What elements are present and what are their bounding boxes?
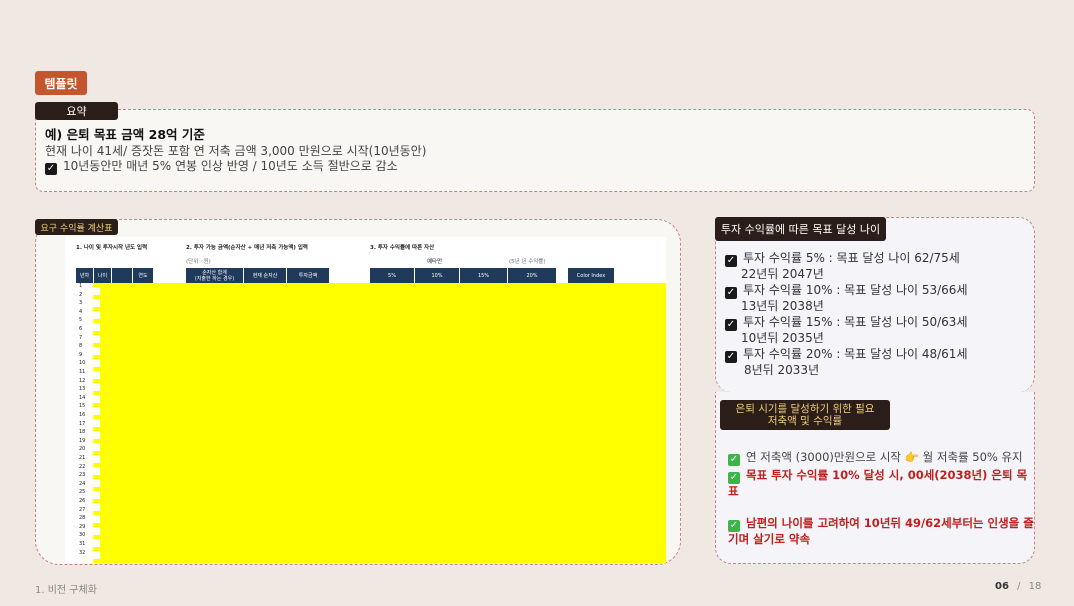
spreadsheet: 1. 나이 및 투자시작 년도 입력 2. 투자 가능 금액(순자산 + 매년 … bbox=[65, 237, 666, 563]
row-number: 2 bbox=[79, 291, 83, 298]
row-number: 1 bbox=[79, 283, 83, 289]
hdr-rate-20: 20% bbox=[508, 268, 556, 283]
hdr-blank bbox=[112, 268, 132, 283]
row-number: 20 bbox=[79, 446, 86, 453]
required-item-1: ✓ 연 저축액 (3000)만원으로 시작 👉 월 저축률 50% 유지 bbox=[728, 450, 1023, 466]
row-number: 5 bbox=[79, 317, 83, 324]
row-number: 23 bbox=[79, 472, 86, 479]
checkbox-icon: ✓ bbox=[45, 163, 57, 175]
hdr-color-index: Color Index bbox=[568, 268, 614, 283]
summary-title: 예) 은퇴 목표 금액 28억 기준 bbox=[45, 127, 205, 142]
hdr-age: 나이 bbox=[94, 268, 111, 283]
page-sep: / bbox=[1017, 581, 1021, 592]
footer-section: 1. 비전 구체화 bbox=[35, 585, 97, 596]
summary-check1-text: 10년동안만 매년 5% 연봉 인상 반영 / 10년도 소득 절반으로 감소 bbox=[63, 159, 398, 173]
row-number: 13 bbox=[79, 386, 86, 393]
row-number: 12 bbox=[79, 377, 86, 384]
page-indicator: 06 / 18 bbox=[995, 581, 1041, 592]
checkbox-icon: ✓ bbox=[725, 255, 737, 267]
summary-check1: ✓ 10년동안만 매년 5% 연봉 인상 반영 / 10년도 소득 절반으로 감소 bbox=[45, 157, 398, 175]
sheet-section-3: 3. 투자 수익률에 따른 자산 bbox=[370, 245, 435, 251]
row-number: 10 bbox=[79, 360, 86, 367]
page-total: 18 bbox=[1028, 581, 1042, 592]
target-item-20: ✓ 투자 수익률 20% : 목표 달성 나이 48/61세 8년뒤 2033년 bbox=[725, 347, 968, 377]
row-number: 7 bbox=[79, 334, 83, 341]
row-number: 22 bbox=[79, 463, 86, 470]
target-age-list: ✓ 투자 수익률 5% : 목표 달성 나이 62/75세 22년뒤 2047년 … bbox=[725, 251, 1025, 377]
rate-top-right: (5년 년 수익률) bbox=[509, 259, 546, 265]
row-number: 27 bbox=[79, 506, 86, 513]
row-number: 17 bbox=[79, 420, 86, 427]
rate-top-left: 예타만 bbox=[427, 259, 443, 265]
green-check-icon: ✓ bbox=[728, 454, 740, 466]
row-number: 31 bbox=[79, 541, 86, 547]
target-item-5: ✓ 투자 수익률 5% : 목표 달성 나이 62/75세 22년뒤 2047년 bbox=[725, 251, 960, 281]
highlight-block bbox=[100, 283, 666, 563]
sheet-unit-note: (단위 : 원) bbox=[186, 259, 211, 265]
hdr-rate-5: 5% bbox=[370, 268, 414, 283]
target-item-10: ✓ 투자 수익률 10% : 목표 달성 나이 53/66세 13년뒤 2038년 bbox=[725, 283, 968, 313]
template-badge: 템플릿 bbox=[35, 71, 87, 95]
hdr-invest: 투자금액 bbox=[287, 268, 329, 283]
hdr-year-index: 년차 bbox=[76, 268, 93, 283]
hdr-rate-10: 10% bbox=[415, 268, 459, 283]
highlight-block-edge bbox=[93, 283, 100, 563]
required-item-3: ✓ 남편의 나이를 고려하여 10년뒤 49/62세부터는 인생을 즐기며 살기로… bbox=[728, 516, 1034, 546]
row-number: 24 bbox=[79, 480, 86, 487]
target-item-15: ✓ 투자 수익률 15% : 목표 달성 나이 50/63세 10년뒤 2035년 bbox=[725, 315, 968, 345]
row-number: 4 bbox=[79, 308, 83, 315]
row-number: 28 bbox=[79, 515, 86, 522]
hdr-net-total: 순자산 합계 (지출한 하는 경우) bbox=[186, 268, 243, 283]
hdr-year: 연도 bbox=[133, 268, 153, 283]
row-number: 3 bbox=[79, 300, 83, 307]
green-check-icon: ✓ bbox=[728, 520, 740, 532]
sheet-section-2: 2. 투자 가능 금액(순자산 + 매년 저축 가능액) 입력 bbox=[186, 245, 308, 251]
sheet-section-1: 1. 나이 및 투자시작 년도 입력 bbox=[76, 245, 148, 251]
row-number: 16 bbox=[79, 412, 86, 418]
calc-badge: 요구 수익률 계산표 bbox=[35, 219, 118, 235]
row-number: 19 bbox=[79, 437, 86, 444]
required-list: ✓ 연 저축액 (3000)만원으로 시작 👉 월 저축률 50% 유지 ✓ 목표 … bbox=[728, 450, 1034, 546]
required-item-2: ✓ 목표 투자 수익률 10% 달성 시, 00세(2038년) 은퇴 목표 bbox=[728, 468, 1028, 498]
green-check-icon: ✓ bbox=[728, 472, 740, 484]
checkbox-icon: ✓ bbox=[725, 319, 737, 331]
row-number: 15 bbox=[79, 403, 86, 410]
row-number: 29 bbox=[79, 523, 86, 530]
row-number: 26 bbox=[79, 498, 86, 504]
row-number: 30 bbox=[79, 532, 86, 539]
row-number: 32 bbox=[79, 549, 86, 556]
summary-badge: 요약 bbox=[35, 102, 118, 120]
hdr-current-net: 현재 순자산 bbox=[244, 268, 286, 283]
row-number: 6 bbox=[79, 326, 83, 332]
checkbox-icon: ✓ bbox=[725, 351, 737, 363]
row-number: 21 bbox=[79, 455, 86, 461]
row-number: 8 bbox=[79, 343, 83, 350]
target-age-badge: 투자 수익률에 따른 목표 달성 나이 bbox=[715, 217, 886, 241]
row-number: 14 bbox=[79, 394, 86, 401]
required-badge: 은퇴 시기를 달성하기 위한 필요 저축액 및 수익률 bbox=[720, 400, 890, 430]
row-number: 25 bbox=[79, 489, 86, 496]
row-number: 9 bbox=[79, 351, 83, 358]
row-number: 18 bbox=[79, 429, 86, 436]
checkbox-icon: ✓ bbox=[725, 287, 737, 299]
row-number: 11 bbox=[79, 369, 86, 375]
hdr-rate-15: 15% bbox=[460, 268, 507, 283]
page-current: 06 bbox=[995, 581, 1009, 592]
